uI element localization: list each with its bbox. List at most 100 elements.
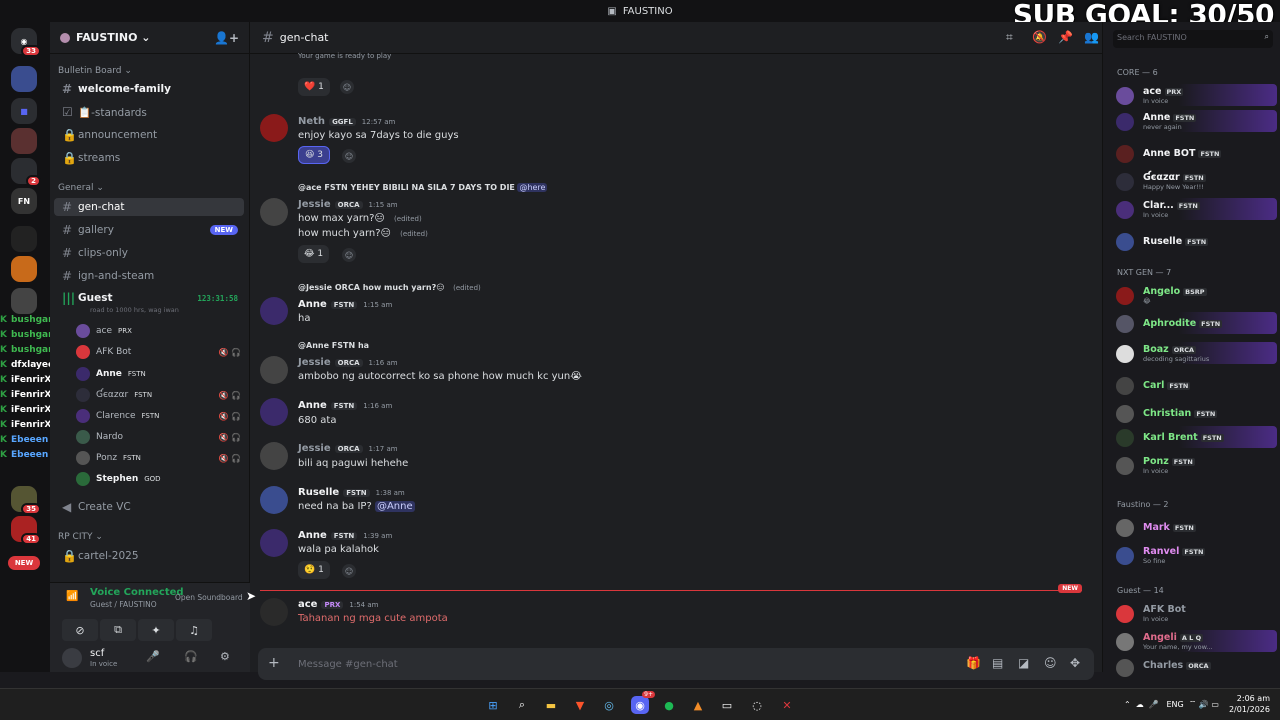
emoji-icon[interactable]: ☺ bbox=[1044, 656, 1057, 670]
server-icon[interactable]: 41 bbox=[11, 516, 41, 545]
voice-user[interactable]: Ɠєαzαr FSTN 🔇 🎧 bbox=[76, 386, 241, 404]
chevron-up-icon[interactable]: ⌃ bbox=[1124, 700, 1131, 709]
channel-clips-only[interactable]: # clips-only bbox=[54, 244, 244, 262]
member-item[interactable]: Carl FSTN bbox=[1113, 374, 1277, 396]
member-item[interactable]: Anne FSTN never again bbox=[1113, 110, 1277, 132]
member-item[interactable]: Angeli A L Q Your name, my vow... bbox=[1113, 630, 1277, 652]
camera-off-icon[interactable]: ⊘ bbox=[62, 619, 98, 641]
voice-user[interactable]: Nardo 🔇 🎧 bbox=[76, 428, 241, 446]
voice-location[interactable]: Guest / FAUSTINO bbox=[90, 600, 157, 609]
member-item[interactable]: Karl Brent FSTN bbox=[1113, 426, 1277, 448]
channel-ign-and-steam[interactable]: # ign-and-steam bbox=[54, 267, 244, 285]
steam-icon[interactable]: ◎ bbox=[600, 696, 618, 714]
invite-people-icon[interactable]: 👤+ bbox=[214, 31, 239, 45]
server-icon[interactable]: 2 bbox=[11, 158, 41, 187]
app-icon[interactable]: ✕ bbox=[778, 696, 796, 714]
member-item[interactable]: ace PRX In voice bbox=[1113, 84, 1277, 106]
pizzeria-server-icon[interactable] bbox=[11, 256, 37, 282]
channel-gallery[interactable]: # gallery NEW bbox=[54, 221, 244, 239]
wifi-icon[interactable]: ⌔ bbox=[1189, 699, 1197, 709]
voice-user[interactable]: Clarence FSTN 🔇 🎧 bbox=[76, 407, 241, 425]
add-reaction-icon[interactable]: ☺ bbox=[342, 248, 356, 262]
search-icon[interactable]: ⌕ bbox=[1265, 32, 1269, 42]
new-unreads-pill[interactable]: NEW bbox=[8, 556, 40, 570]
battery-icon[interactable]: ▭ bbox=[1211, 700, 1219, 709]
avatar[interactable] bbox=[62, 648, 82, 668]
server-header[interactable]: FAUSTINO ⌄ 👤+ bbox=[50, 22, 249, 54]
create-vc-channel[interactable]: ◀ Create VC bbox=[54, 498, 244, 516]
reaction[interactable]: ❤️ 1 bbox=[298, 78, 330, 96]
member-item[interactable]: Anne BOT FSTN bbox=[1113, 142, 1277, 164]
threads-icon[interactable]: ⌗ bbox=[1006, 30, 1013, 45]
direct-messages-icon[interactable]: ◉ 33 bbox=[11, 28, 41, 57]
channel-streams[interactable]: 🔒 streams bbox=[54, 149, 244, 167]
member-item[interactable]: Ponz FSTN In voice bbox=[1113, 454, 1277, 476]
avatar[interactable] bbox=[260, 442, 288, 470]
avatar[interactable] bbox=[260, 529, 288, 557]
reply-preview[interactable]: @ace FSTN YEHEY BIBILI NA SILA 7 DAYS TO… bbox=[298, 183, 548, 192]
clock[interactable]: 2:06 am 2/01/2026 bbox=[1229, 693, 1270, 715]
channel-announcement[interactable]: 🔒 announcement bbox=[54, 126, 244, 144]
avatar[interactable] bbox=[260, 114, 288, 142]
reaction[interactable]: 😂 1 bbox=[298, 245, 330, 263]
server-icon[interactable] bbox=[11, 66, 37, 92]
voice-user[interactable]: AFK Bot 🔇 🎧 bbox=[76, 343, 241, 361]
channel-gen-chat[interactable]: # gen-chat bbox=[54, 198, 244, 216]
avatar[interactable] bbox=[260, 198, 288, 226]
reaction[interactable]: 😆 3 bbox=[298, 146, 330, 164]
avatar[interactable] bbox=[260, 398, 288, 426]
category-general[interactable]: General ⌄ bbox=[58, 183, 104, 193]
discord-icon[interactable]: ◉ 9+ bbox=[631, 691, 655, 714]
member-item[interactable]: Boaz ORCA decoding sagittarius bbox=[1113, 342, 1277, 364]
member-item[interactable]: Ɠєαzαr FSTN Happy New Year!!! bbox=[1113, 170, 1277, 192]
channel-standards[interactable]: ☑ 📋-standards bbox=[54, 103, 244, 121]
server-icon[interactable] bbox=[11, 288, 37, 314]
category-rp-city[interactable]: RP CITY ⌄ bbox=[58, 532, 103, 542]
member-item[interactable]: Clar... FSTN In voice bbox=[1113, 198, 1277, 220]
faustino-server-icon[interactable]: FN bbox=[11, 188, 37, 214]
terminal-icon[interactable]: ▭ bbox=[718, 696, 736, 714]
avatar[interactable] bbox=[260, 486, 288, 514]
app-icon[interactable]: ▲ bbox=[689, 696, 707, 714]
server-icon[interactable] bbox=[11, 226, 37, 252]
mute-notifications-icon[interactable]: 🔕 bbox=[1032, 30, 1047, 44]
member-item[interactable]: Christian FSTN bbox=[1113, 402, 1277, 424]
file-explorer-icon[interactable]: ▬ bbox=[542, 696, 560, 714]
voice-user[interactable]: Anne FSTN bbox=[76, 365, 241, 383]
add-reaction-icon[interactable]: ☺ bbox=[342, 564, 356, 578]
member-item[interactable]: Ranvel FSTN So fine bbox=[1113, 544, 1277, 566]
reply-preview[interactable]: @Jessie ORCA how much yarn?😑 (edited) bbox=[298, 283, 481, 292]
server-icon[interactable] bbox=[11, 128, 37, 154]
screen-share-icon[interactable]: ⧉ bbox=[100, 619, 136, 641]
channel-welcome-family[interactable]: # welcome-family bbox=[54, 80, 244, 98]
member-list-icon[interactable]: 👥 bbox=[1084, 30, 1099, 44]
microphone-icon[interactable]: 🎤 bbox=[1149, 700, 1159, 709]
member-item[interactable]: Ruselle FSTN bbox=[1113, 230, 1277, 252]
username[interactable]: scf bbox=[90, 648, 104, 659]
reaction[interactable]: 🤨 1 bbox=[298, 561, 330, 579]
apps-icon[interactable]: ✥ bbox=[1070, 656, 1080, 670]
headphones-icon[interactable]: 🎧 bbox=[184, 650, 198, 663]
upload-plus-icon[interactable]: + bbox=[268, 655, 280, 671]
member-item[interactable]: Angelo BSRP 😂 bbox=[1113, 284, 1277, 306]
voice-channel-guest[interactable]: ||| Guest 123:31:58 bbox=[54, 289, 244, 307]
category-bulletin-board[interactable]: Bulletin Board ⌄ bbox=[58, 66, 132, 76]
member-item[interactable]: Mark FSTN bbox=[1113, 516, 1277, 538]
activities-icon[interactable]: ✦ bbox=[138, 619, 174, 641]
start-icon[interactable]: ⊞ bbox=[484, 696, 502, 714]
avatar[interactable] bbox=[260, 356, 288, 384]
avatar[interactable] bbox=[260, 297, 288, 325]
pin-icon[interactable]: 📌 bbox=[1058, 30, 1073, 44]
channel-cartel-2025[interactable]: 🔒 cartel-2025 bbox=[54, 547, 244, 565]
reply-preview[interactable]: @Anne FSTN ha bbox=[298, 341, 369, 350]
voice-user[interactable]: Ponz FSTN 🔇 🎧 bbox=[76, 449, 241, 467]
search-box[interactable]: ⌕ bbox=[1113, 30, 1273, 48]
voice-user[interactable]: Stephen GOD bbox=[76, 470, 241, 488]
avatar[interactable] bbox=[260, 598, 288, 626]
spotify-icon[interactable]: ● bbox=[660, 696, 678, 714]
add-reaction-icon[interactable]: ☺ bbox=[342, 149, 356, 163]
search-input[interactable] bbox=[1117, 33, 1247, 42]
member-item[interactable]: Charles ORCA bbox=[1113, 656, 1277, 678]
microphone-icon[interactable]: 🎤 bbox=[146, 650, 160, 663]
message-input[interactable] bbox=[298, 655, 898, 673]
